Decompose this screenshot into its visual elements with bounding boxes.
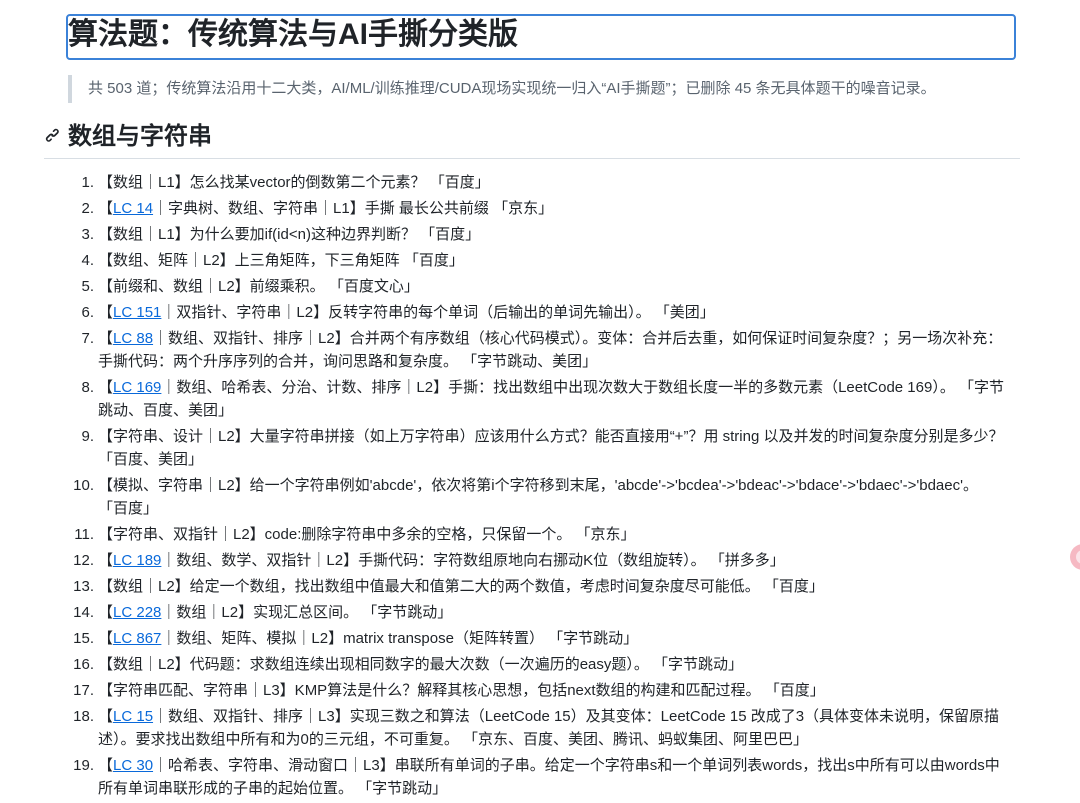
list-item: 13. 【数组｜L2】给定一个数组，找出数组中值最大和值第二大的两个数值，考虑时间… <box>73 575 1012 598</box>
list-item: 16. 【数组｜L2】代码题：求数组连续出现相同数字的最大次数（一次遍历的easy… <box>73 653 1012 676</box>
list-item-text: ｜双指针、字符串｜L2】反转字符串的每个单词（后输出的单词先输出）。 「美团」 <box>161 304 715 321</box>
leetcode-link[interactable]: LC 228 <box>113 604 161 621</box>
list-item-text: ｜数组｜L2】实现汇总区间。 「字节跳动」 <box>161 604 453 621</box>
list-item-number: 3. <box>81 226 94 243</box>
list-item-text: 【模拟、字符串｜L2】给一个字符串例如'abcde'，依次将第i个字符移到末尾，… <box>98 477 978 517</box>
list-item-text: 【字符串匹配、字符串｜L3】KMP算法是什么？解释其核心思想，包括next数组的… <box>98 682 825 699</box>
list-item: 17. 【字符串匹配、字符串｜L3】KMP算法是什么？解释其核心思想，包括next… <box>73 679 1012 702</box>
list-item-text: 【字符串、双指针｜L2】code:删除字符串中多余的空格，只保留一个。 「京东」 <box>98 526 636 543</box>
list-item-text: 【数组｜L2】给定一个数组，找出数组中值最大和值第二大的两个数值，考虑时间复杂度… <box>98 578 824 595</box>
list-item-text: 【前缀和、数组｜L2】前缀乘积。 「百度文心」 <box>98 278 419 295</box>
list-item-text: ｜数组、矩阵、模拟｜L2】matrix transpose（矩阵转置） 「字节跳… <box>161 630 639 647</box>
list-item-number: 8. <box>81 379 94 396</box>
list-item-number: 16. <box>73 656 94 673</box>
list-item-number: 18. <box>73 708 94 725</box>
list-item-number: 15. <box>73 630 94 647</box>
list-item-number: 19. <box>73 757 94 774</box>
question-list: 1. 【数组｜L1】怎么找某vector的倒数第二个元素？ 「百度」 2. 【LC 1… <box>73 171 1012 803</box>
list-item-number: 12. <box>73 552 94 569</box>
list-item-text: ｜数组、双指针、排序｜L3】实现三数之和算法（LeetCode 15）及其变体：… <box>98 708 1000 748</box>
document-page: 算法题：传统算法与AI手撕分类版 共 503 道；传统算法沿用十二大类，AI/M… <box>0 0 1080 797</box>
list-item: 1. 【数组｜L1】怎么找某vector的倒数第二个元素？ 「百度」 <box>81 171 1012 194</box>
list-item-number: 2. <box>81 200 94 217</box>
list-item: 15. 【LC 867｜数组、矩阵、模拟｜L2】matrix transpose（… <box>73 627 1012 650</box>
list-item-text: ｜哈希表、字符串、滑动窗口｜L3】串联所有单词的子串。给定一个字符串s和一个单词… <box>98 757 1000 797</box>
list-item: 18. 【LC 15｜数组、双指针、排序｜L3】实现三数之和算法（LeetCode… <box>73 705 1012 751</box>
leetcode-link[interactable]: LC 867 <box>113 630 161 647</box>
list-item-number: 10. <box>73 477 94 494</box>
leetcode-link[interactable]: LC 15 <box>113 708 153 725</box>
list-item-text: 【 <box>98 552 114 569</box>
leetcode-link[interactable]: LC 30 <box>113 757 153 774</box>
list-item-text: 【 <box>98 604 114 621</box>
list-item: 7. 【LC 88｜数组、双指针、排序｜L2】合并两个有序数组（核心代码模式）。变… <box>81 327 1012 373</box>
list-item-text: 【 <box>98 304 114 321</box>
list-item-number: 4. <box>81 252 94 269</box>
page-title: 算法题：传统算法与AI手撕分类版 <box>68 18 518 51</box>
list-item-number: 1. <box>81 174 94 191</box>
leetcode-link[interactable]: LC 189 <box>113 552 161 569</box>
floating-assistant-button[interactable] <box>1070 544 1080 570</box>
section-header: 数组与字符串 <box>44 120 1020 159</box>
list-item-number: 11. <box>74 526 94 543</box>
list-item-number: 5. <box>81 278 94 295</box>
list-item-text: 【 <box>98 200 114 217</box>
section-title: 数组与字符串 <box>68 123 212 150</box>
list-item-text: 【 <box>98 379 114 396</box>
list-item: 2. 【LC 14｜字典树、数组、字符串｜L1】手撕 最长公共前缀 「京东」 <box>81 197 1012 220</box>
leetcode-link[interactable]: LC 169 <box>113 379 161 396</box>
list-item-number: 17. <box>73 682 94 699</box>
list-item-text: 【数组｜L1】为什么要加if(id<n)这种边界判断？ 「百度」 <box>98 226 481 243</box>
list-item: 3. 【数组｜L1】为什么要加if(id<n)这种边界判断？ 「百度」 <box>81 223 1012 246</box>
leetcode-link[interactable]: LC 88 <box>113 330 153 347</box>
list-item-text: ｜字典树、数组、字符串｜L1】手撕 最长公共前缀 「京东」 <box>153 200 554 217</box>
list-item: 12. 【LC 189｜数组、数学、双指针｜L2】手撕代码：字符数组原地向右挪动K… <box>73 549 1012 572</box>
list-item-text: 【 <box>98 330 114 347</box>
list-item: 4. 【数组、矩阵｜L2】上三角矩阵，下三角矩阵 「百度」 <box>81 249 1012 272</box>
list-item-number: 9. <box>81 428 94 445</box>
list-item: 14. 【LC 228｜数组｜L2】实现汇总区间。 「字节跳动」 <box>73 601 1012 624</box>
leetcode-link[interactable]: LC 14 <box>113 200 153 217</box>
summary-blockquote: 共 503 道；传统算法沿用十二大类，AI/ML/训练推理/CUDA现场实现统一… <box>68 75 1018 103</box>
list-item-text: ｜数组、数学、双指针｜L2】手撕代码：字符数组原地向右挪动K位（数组旋转）。 「… <box>161 552 785 569</box>
list-item-text: 【数组、矩阵｜L2】上三角矩阵，下三角矩阵 「百度」 <box>98 252 464 269</box>
list-item: 8. 【LC 169｜数组、哈希表、分治、计数、排序｜L2】手撕：找出数组中出现次… <box>81 376 1012 422</box>
list-item-text: 【 <box>98 630 114 647</box>
list-item: 10. 【模拟、字符串｜L2】给一个字符串例如'abcde'，依次将第i个字符移到… <box>73 474 1012 520</box>
list-item: 19. 【LC 30｜哈希表、字符串、滑动窗口｜L3】串联所有单词的子串。给定一个… <box>73 754 1012 800</box>
list-item-text: ｜数组、哈希表、分治、计数、排序｜L2】手撕：找出数组中出现次数大于数组长度一半… <box>98 379 1004 419</box>
leetcode-link[interactable]: LC 151 <box>113 304 161 321</box>
list-item-number: 13. <box>73 578 94 595</box>
list-item-text: ｜数组、双指针、排序｜L2】合并两个有序数组（核心代码模式）。变体：合并后去重，… <box>98 330 1003 370</box>
list-item: 6. 【LC 151｜双指针、字符串｜L2】反转字符串的每个单词（后输出的单词先输… <box>81 301 1012 324</box>
list-item-text: 【 <box>98 757 114 774</box>
list-item-text: 【数组｜L1】怎么找某vector的倒数第二个元素？ 「百度」 <box>98 174 490 191</box>
list-item-text: 【 <box>98 708 114 725</box>
list-item-number: 7. <box>81 330 94 347</box>
list-item-text: 【数组｜L2】代码题：求数组连续出现相同数字的最大次数（一次遍历的easy题）。… <box>98 656 744 673</box>
link-icon[interactable] <box>44 126 62 144</box>
list-item: 9. 【字符串、设计｜L2】大量字符串拼接（如上万字符串）应该用什么方式？能否直接… <box>81 425 1012 471</box>
list-item-number: 14. <box>73 604 94 621</box>
list-item: 5. 【前缀和、数组｜L2】前缀乘积。 「百度文心」 <box>81 275 1012 298</box>
list-item-number: 6. <box>81 304 94 321</box>
list-item-text: 【字符串、设计｜L2】大量字符串拼接（如上万字符串）应该用什么方式？能否直接用“… <box>98 428 1004 468</box>
list-item: 11. 【字符串、双指针｜L2】code:删除字符串中多余的空格，只保留一个。 「… <box>74 523 1012 546</box>
